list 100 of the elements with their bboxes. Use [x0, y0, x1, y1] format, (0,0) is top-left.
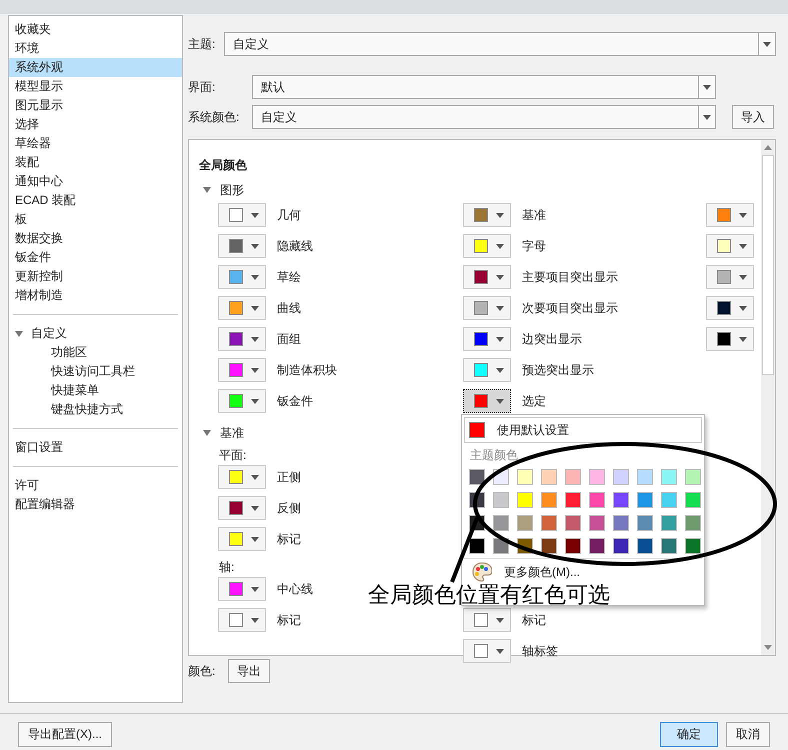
color-swatch[interactable] [685, 538, 701, 554]
color-swatch[interactable] [541, 492, 557, 508]
ok-button[interactable]: 确定 [660, 722, 718, 747]
sidebar-item[interactable]: 模型显示 [9, 77, 182, 96]
color-swatch[interactable] [637, 469, 653, 485]
scroll-up-icon[interactable] [764, 145, 772, 150]
sidebar-item[interactable]: 更新控制 [9, 267, 182, 286]
color-swatch[interactable] [613, 538, 629, 554]
color-swatch[interactable] [637, 538, 653, 554]
color-swatch[interactable] [517, 492, 533, 508]
sidebar-item[interactable]: 草绘器 [9, 134, 182, 153]
caret-icon [496, 368, 504, 372]
color-swatch[interactable] [589, 538, 605, 554]
expand-triangle-icon[interactable] [203, 429, 211, 437]
field-label: 主题: [188, 36, 216, 52]
export-config-button[interactable]: 导出配置(X)... [18, 722, 112, 747]
export-button[interactable]: 导出 [228, 659, 270, 683]
sidebar-item[interactable]: 快捷菜单 [9, 381, 182, 400]
interface-dropdown[interactable]: 默认 [252, 75, 716, 99]
caret-icon [251, 506, 259, 510]
color-label: 轴标签 [522, 643, 558, 660]
sidebar-item[interactable]: 系统外观 [9, 58, 182, 77]
sidebar-item[interactable]: 快速访问工具栏 [9, 362, 182, 381]
sidebar-item[interactable]: 装配 [9, 153, 182, 172]
system-color-dropdown[interactable]: 自定义 [252, 105, 716, 129]
sidebar-item[interactable]: 键盘快捷方式 [9, 400, 182, 419]
sidebar-item[interactable]: 增材制造 [9, 286, 182, 305]
palette-icon [472, 562, 492, 582]
color-swatch[interactable] [589, 469, 605, 485]
menu-heading: 主题颜色 [470, 447, 519, 464]
sidebar-item[interactable]: 钣金件 [9, 248, 182, 267]
color-swatch[interactable] [469, 469, 485, 485]
sidebar-item[interactable]: 配置编辑器 [9, 495, 182, 514]
sidebar-item[interactable]: 环境 [9, 39, 182, 58]
caret-icon [703, 84, 711, 90]
color-swatch[interactable] [685, 515, 701, 531]
color-label: 标记 [277, 531, 301, 548]
color-label: 次要项目突出显示 [522, 300, 618, 317]
section-title: 全局颜色 [199, 157, 248, 174]
color-swatch[interactable] [685, 492, 701, 508]
color-label: 面组 [277, 331, 301, 348]
color-swatch[interactable] [613, 515, 629, 531]
sidebar-item[interactable]: 选择 [9, 115, 182, 134]
color-swatch[interactable] [613, 469, 629, 485]
caret-icon [251, 586, 259, 592]
color-label: 边突出显示 [522, 331, 582, 348]
color-swatch[interactable] [589, 492, 605, 508]
sidebar-item[interactable]: 许可 [9, 476, 182, 495]
color-swatch[interactable] [613, 492, 629, 508]
color-swatch[interactable] [661, 515, 677, 531]
color-swatch[interactable] [541, 538, 557, 554]
sidebar-item[interactable]: 收藏夹 [9, 20, 182, 39]
caret-icon [251, 274, 259, 280]
color-swatch[interactable] [637, 492, 653, 508]
sidebar-item[interactable]: 窗口设置 [9, 438, 182, 457]
caret-icon [251, 536, 259, 542]
sidebar-item[interactable]: ECAD 装配 [9, 191, 182, 210]
color-swatch[interactable] [589, 515, 605, 531]
color-label: 制造体积块 [277, 362, 337, 379]
color-swatch[interactable] [661, 492, 677, 508]
color-swatch[interactable] [637, 515, 653, 531]
expand-triangle-icon[interactable] [15, 330, 23, 338]
color-swatch[interactable] [517, 515, 533, 531]
color-swatch[interactable] [541, 469, 557, 485]
theme-dropdown[interactable]: 自定义 [224, 32, 776, 56]
cancel-button[interactable]: 取消 [726, 722, 770, 747]
caret-icon [251, 306, 259, 310]
color-swatch[interactable] [541, 515, 557, 531]
color-swatch[interactable] [661, 538, 677, 554]
color-swatch[interactable] [685, 469, 701, 485]
subsection-label: 平面: [219, 448, 246, 462]
field-label: 界面: [188, 78, 216, 96]
sidebar-item[interactable]: 板 [9, 210, 182, 229]
color-label: 标记 [277, 612, 301, 629]
sidebar-item[interactable]: 数据交换 [9, 229, 182, 248]
sidebar-item[interactable]: 自定义 [23, 324, 67, 343]
more-colors-option[interactable]: 更多颜色(M)... [464, 558, 702, 582]
color-label: 反侧 [277, 500, 301, 517]
color-label: 标记 [522, 612, 546, 629]
sidebar-item[interactable]: 功能区 [9, 343, 182, 362]
color-picker-button[interactable] [463, 389, 511, 413]
color-swatch[interactable] [565, 538, 581, 554]
import-button[interactable]: 导入 [732, 105, 774, 129]
color-swatch[interactable] [517, 469, 533, 485]
color-swatch[interactable] [469, 538, 485, 554]
field-label: 颜色: [188, 662, 216, 680]
sidebar-item[interactable]: 图元显示 [9, 96, 182, 115]
color-swatch[interactable] [493, 515, 509, 531]
color-swatch[interactable] [493, 492, 509, 508]
sidebar-item[interactable]: 通知中心 [9, 172, 182, 191]
expand-triangle-icon[interactable] [203, 186, 211, 194]
color-swatch[interactable] [565, 492, 581, 508]
caret-icon [251, 244, 259, 248]
color-swatch[interactable] [565, 515, 581, 531]
scroll-down-icon[interactable] [764, 645, 772, 650]
default-color-option[interactable]: 使用默认设置 [464, 417, 702, 443]
scrollbar[interactable] [761, 140, 775, 655]
color-swatch[interactable] [565, 469, 581, 485]
caret-icon [251, 474, 259, 480]
color-swatch[interactable] [661, 469, 677, 485]
